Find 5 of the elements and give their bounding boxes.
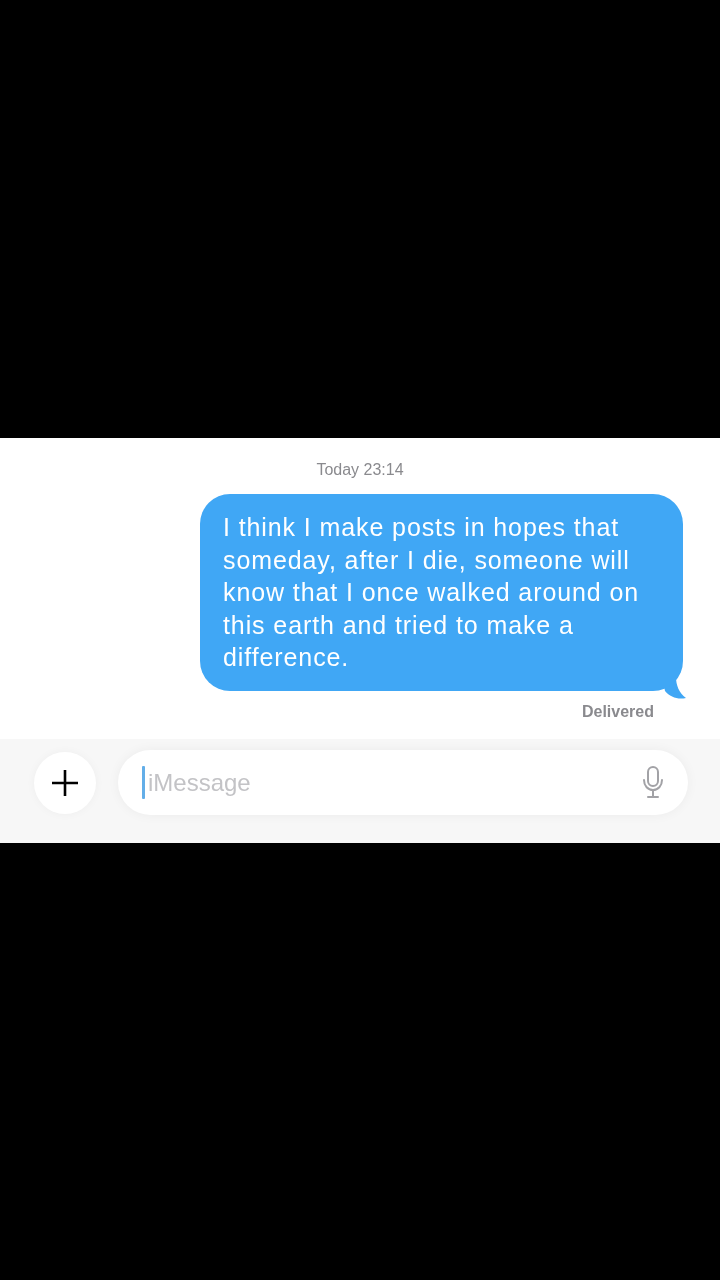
message-text: I think I make posts in hopes that someday, after I die, someone will know that I once walked around on this earth and tried to make a difference.	[223, 512, 641, 673]
message-input-field[interactable]: iMessage	[118, 750, 688, 815]
plus-icon	[52, 770, 78, 796]
timestamp: Today 23:14	[316, 460, 404, 480]
delivery-status: Delivered	[581, 701, 654, 722]
